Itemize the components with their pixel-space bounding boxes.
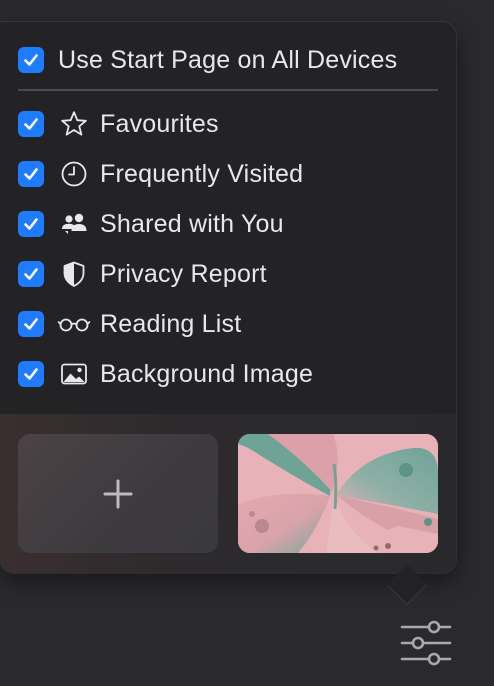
- privacy-report-option[interactable]: Privacy Report: [18, 260, 267, 288]
- use-start-page-all-devices-option[interactable]: Use Start Page on All Devices: [18, 46, 397, 74]
- background-image-option[interactable]: Background Image: [18, 360, 313, 388]
- shared-with-you-checkbox[interactable]: [18, 211, 44, 237]
- sliders-icon: [400, 620, 452, 666]
- image-icon: [59, 359, 89, 389]
- favourites-option[interactable]: Favourites: [18, 110, 219, 138]
- butterfly-wallpaper-tile[interactable]: [238, 434, 438, 553]
- shared-people-icon: [59, 209, 89, 239]
- add-background-image-button[interactable]: [18, 434, 218, 553]
- star-icon: [59, 109, 89, 139]
- use-start-page-all-devices-label: Use Start Page on All Devices: [58, 45, 398, 74]
- frequently-visited-option[interactable]: Frequently Visited: [18, 160, 303, 188]
- start-page-customize-popover: Use Start Page on All Devices Favourites…: [0, 22, 456, 573]
- glasses-icon: [57, 309, 91, 339]
- divider: [18, 89, 438, 91]
- favourites-checkbox[interactable]: [18, 111, 44, 137]
- checkmark-icon: [24, 268, 38, 280]
- privacy-report-checkbox[interactable]: [18, 261, 44, 287]
- reading-list-option[interactable]: Reading List: [18, 310, 241, 338]
- checkmark-icon: [24, 168, 38, 180]
- customize-start-page-button[interactable]: [397, 618, 455, 668]
- background-image-checkbox[interactable]: [18, 361, 44, 387]
- butterfly-wallpaper-image: [238, 434, 438, 553]
- background-image-label: Background Image: [100, 359, 314, 388]
- reading-list-label: Reading List: [100, 309, 242, 338]
- checkmark-icon: [24, 368, 38, 380]
- checkmark-icon: [24, 318, 38, 330]
- shared-with-you-label: Shared with You: [100, 209, 284, 238]
- checkmark-icon: [24, 118, 38, 130]
- reading-list-checkbox[interactable]: [18, 311, 44, 337]
- checkmark-icon: [24, 54, 38, 66]
- clock-icon: [59, 159, 89, 189]
- frequently-visited-checkbox[interactable]: [18, 161, 44, 187]
- shared-with-you-option[interactable]: Shared with You: [18, 210, 284, 238]
- checkmark-icon: [24, 218, 38, 230]
- favourites-label: Favourites: [100, 109, 219, 138]
- background-image-picker: [0, 414, 456, 573]
- frequently-visited-label: Frequently Visited: [100, 159, 304, 188]
- plus-icon: [103, 479, 133, 508]
- privacy-report-label: Privacy Report: [100, 259, 267, 288]
- use-start-page-all-devices-checkbox[interactable]: [18, 47, 44, 73]
- shield-icon: [59, 259, 89, 289]
